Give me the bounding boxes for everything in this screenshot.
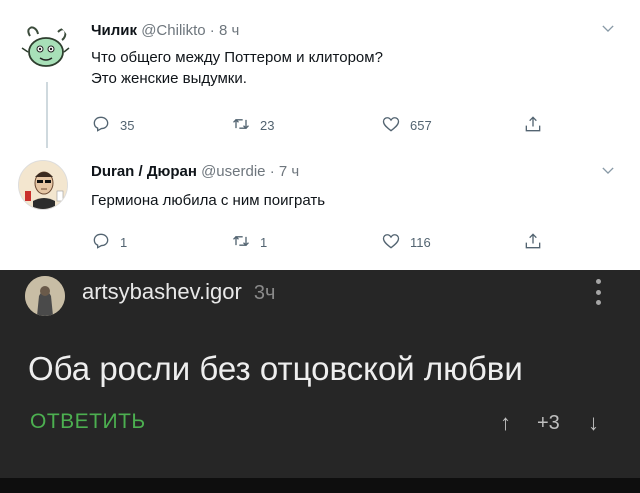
more-vertical-icon[interactable] xyxy=(596,279,602,305)
like-count: 657 xyxy=(410,118,432,133)
reply-count: 35 xyxy=(120,118,135,133)
chevron-down-icon[interactable] xyxy=(602,20,614,36)
separator: · xyxy=(209,22,215,39)
user-handle[interactable]: @Chilikto xyxy=(141,22,205,39)
tweet-header: Чилик @Chilikto · 8 ч xyxy=(91,22,239,39)
vote-score: +3 xyxy=(537,412,560,434)
separator: · xyxy=(269,163,275,180)
heart-icon xyxy=(381,231,401,254)
upvote-arrow-icon[interactable]: ↑ xyxy=(500,410,511,436)
reply-button[interactable]: 35 xyxy=(91,114,134,137)
retweet-icon xyxy=(231,114,251,137)
chevron-down-icon[interactable] xyxy=(602,162,614,178)
thread-line xyxy=(46,82,48,152)
tweet-actions: 1 1 116 xyxy=(91,231,561,251)
share-icon xyxy=(523,231,543,254)
comment-text: Оба росли без отцовской любви xyxy=(28,350,523,387)
retweet-button[interactable]: 23 xyxy=(231,114,274,137)
tweet-line: Это женские выдумки. xyxy=(91,70,247,87)
display-name[interactable]: Чилик xyxy=(91,22,137,39)
retweet-count: 23 xyxy=(260,118,275,133)
tweet-actions: 35 23 657 xyxy=(91,114,561,134)
bottom-bar xyxy=(0,478,640,493)
share-icon xyxy=(523,114,543,137)
reply-count: 1 xyxy=(120,235,128,250)
retweet-icon xyxy=(231,231,251,254)
share-button[interactable] xyxy=(523,114,543,137)
avatar-chilik[interactable] xyxy=(20,22,70,72)
heart-icon xyxy=(381,114,401,137)
tweet-text: Что общего между Поттером и клитором? Эт… xyxy=(91,47,383,89)
like-button[interactable]: 657 xyxy=(381,114,432,137)
downvote-arrow-icon[interactable]: ↓ xyxy=(588,410,599,436)
tweet-header: Duran / Дюран @userdie · 7 ч xyxy=(91,163,299,180)
like-count: 116 xyxy=(410,235,431,250)
comment-time: 3ч xyxy=(253,282,276,304)
avatar-duran[interactable] xyxy=(18,160,68,210)
timestamp[interactable]: 7 ч xyxy=(279,163,299,180)
tweet-line: Гермиона любила с ним поиграть xyxy=(91,192,326,209)
avatar-commenter[interactable] xyxy=(25,276,65,316)
reply-comment-button[interactable]: ОТВЕТИТЬ xyxy=(30,410,146,434)
reply-icon xyxy=(91,231,111,254)
display-name[interactable]: Duran / Дюран xyxy=(91,163,197,180)
like-button[interactable]: 116 xyxy=(381,231,431,254)
tweet-1: Чилик @Chilikto · 8 ч Что общего между П… xyxy=(0,0,640,152)
user-handle[interactable]: @userdie xyxy=(201,163,265,180)
retweet-count: 1 xyxy=(260,235,268,250)
comment-header: artsybashev.igor 3ч xyxy=(82,279,275,305)
reply-button[interactable]: 1 xyxy=(91,231,127,254)
tweet-line: Что общего между Поттером и клитором? xyxy=(91,49,383,66)
tweet-text: Гермиона любила с ним поиграть xyxy=(91,190,325,211)
share-button[interactable] xyxy=(523,231,543,254)
timestamp[interactable]: 8 ч xyxy=(219,22,239,39)
reply-icon xyxy=(91,114,111,137)
comment-username[interactable]: artsybashev.igor xyxy=(82,279,242,304)
retweet-button[interactable]: 1 xyxy=(231,231,267,254)
